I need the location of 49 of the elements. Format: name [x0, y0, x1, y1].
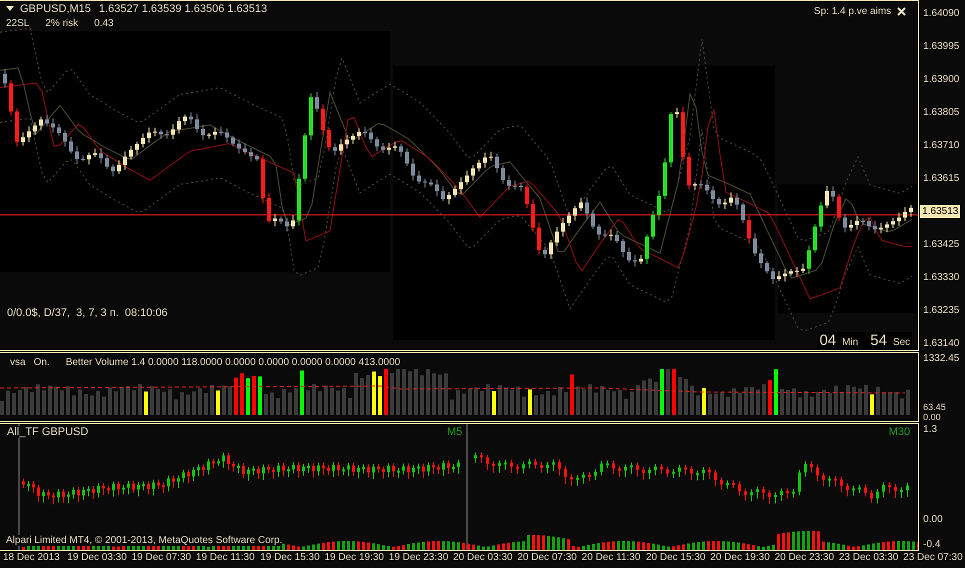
chart-symbol: GBPUSD,M15: [20, 3, 91, 15]
timer-value: 54: [870, 332, 887, 349]
price-label: 1.63710: [923, 139, 960, 152]
volume-label: 63.45: [923, 402, 947, 412]
current-price-label: 1.63513: [920, 205, 960, 218]
time-label: 18 Dec 2013: [2, 552, 61, 563]
price-label: 1.63805: [923, 106, 960, 119]
time-label: 19 Dec 07:30: [130, 552, 192, 563]
ohlc-values: 1.63527 1.63539 1.63506 1.63513: [98, 3, 268, 15]
indicator-label: On.: [34, 357, 50, 368]
time-label: 20 Dec 19:30: [709, 552, 771, 563]
risk-info: 0.43: [94, 18, 114, 29]
indicator-legend: Better Volume 1.4 0.0000 118.0000 0.0000 0.0000 0.0000 0.0000 413.0000: [66, 357, 400, 368]
time-label: 19 Dec 15:30: [259, 552, 321, 563]
account-status: 0/0.0$, D/37, 3, 7, 3 п. 08:10:06: [7, 307, 168, 319]
price-label: 1.63235: [923, 304, 960, 317]
indicator-axis-label: -0.4: [923, 538, 942, 551]
time-label: 19 Dec 19:30: [323, 552, 385, 563]
timeframe-label: M30: [888, 426, 910, 438]
time-label: 20 Dec 15:30: [644, 552, 706, 563]
price-label: 1.63900: [923, 73, 960, 86]
volume-label: 1332.45: [923, 352, 960, 365]
spread-label: Sp: 1.4 p.ve aims: [814, 6, 892, 17]
price-label: 1.63330: [923, 271, 960, 284]
indicator-label: vsa: [10, 357, 26, 368]
time-label: 19 Dec 23:30: [388, 552, 450, 563]
risk-info: 22SL: [6, 18, 30, 29]
indicator-axis-label: 1.3: [923, 423, 938, 436]
time-label: 20 Dec 07:30: [516, 552, 578, 563]
timer-unit: Sec: [892, 337, 910, 348]
price-label: 1.63140: [923, 337, 960, 350]
timeframe-label: M5: [447, 426, 462, 438]
price-label: 1.64090: [923, 7, 960, 20]
price-label: 1.63425: [923, 238, 960, 251]
time-label: 19 Dec 03:30: [66, 552, 128, 563]
time-label: 20 Dec 11:30: [580, 552, 642, 563]
price-label: 1.63995: [923, 40, 960, 53]
time-label: 23 Dec 07:30: [902, 552, 964, 563]
panel-title: All_TF GBPUSD: [7, 426, 88, 438]
time-label: 20 Dec 23:30: [774, 552, 836, 563]
timer-value: 04: [819, 332, 836, 349]
volume-label: 0.00: [923, 412, 942, 422]
timer-unit: Min: [842, 337, 858, 348]
risk-info: 2% risk: [45, 18, 78, 29]
time-label: 20 Dec 03:30: [452, 552, 514, 563]
time-label: 23 Dec 03:30: [838, 552, 900, 563]
price-label: 1.63615: [923, 172, 960, 185]
indicator-axis-label: 0.00: [923, 513, 944, 526]
time-label: 19 Dec 11:30: [194, 552, 256, 563]
